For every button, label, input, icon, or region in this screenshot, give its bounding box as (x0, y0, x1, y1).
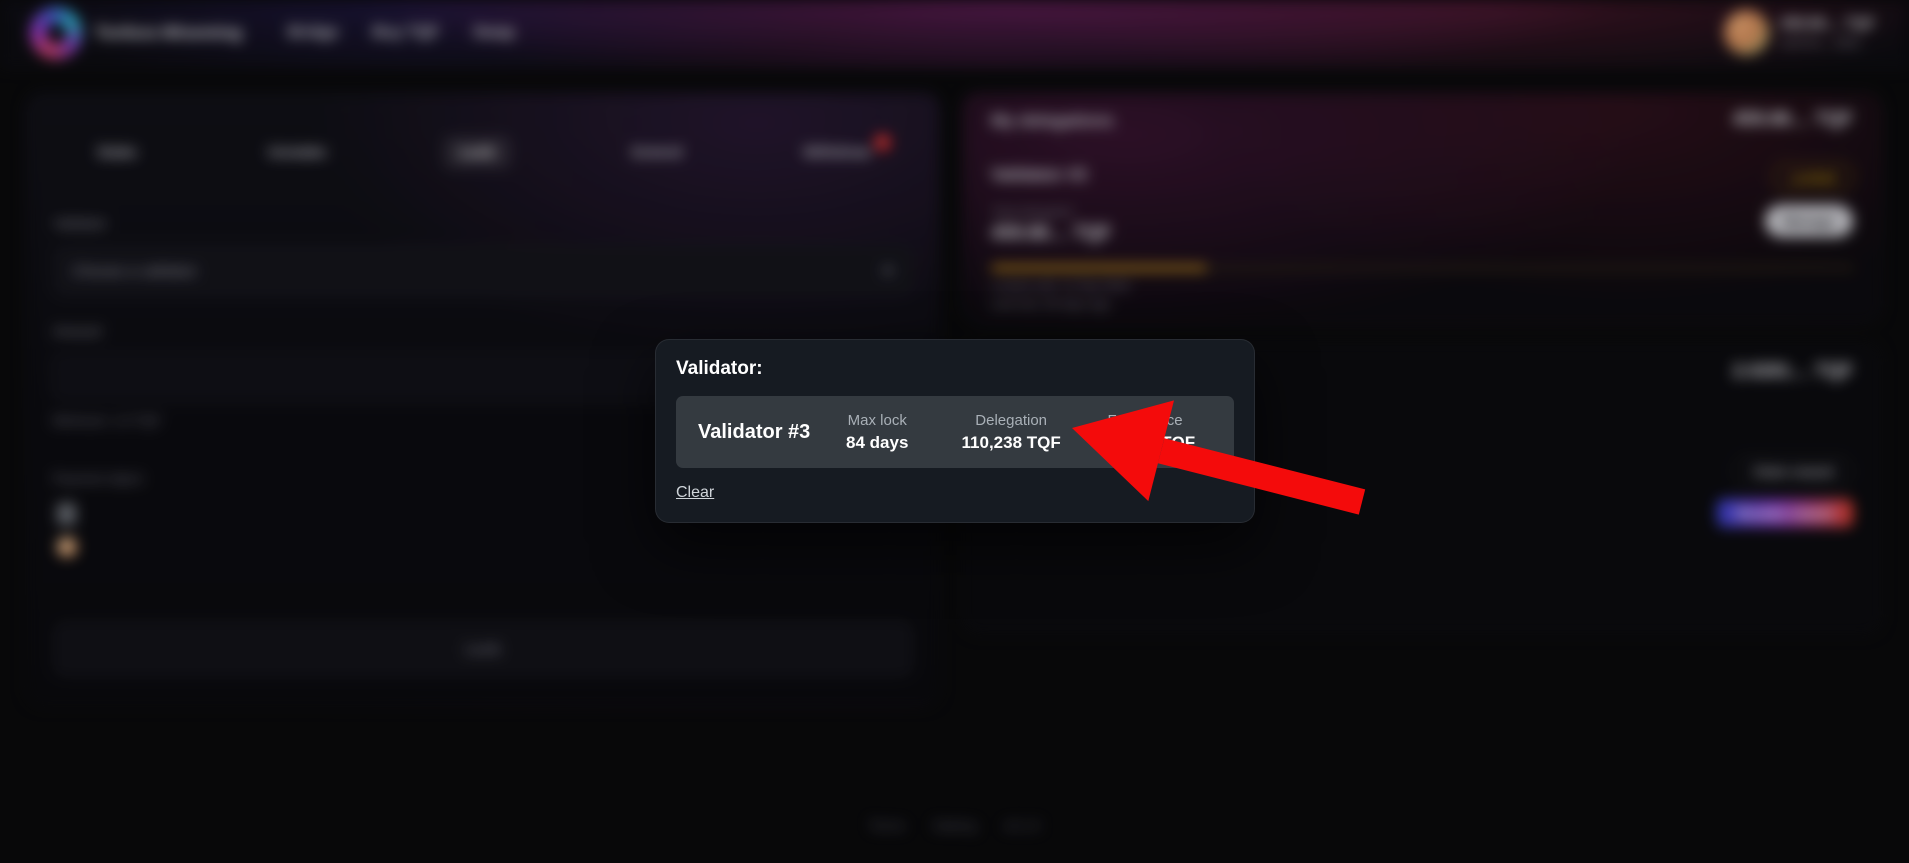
validator-modal-title: Validator: (676, 358, 763, 379)
delegation-value: 110,238 TQF (961, 433, 1061, 453)
clear-link[interactable]: Clear (676, 484, 714, 502)
validator-stat-free-space: Free space 150 737 TQF (1078, 410, 1212, 455)
free-space-label: Free space (1107, 411, 1183, 429)
max-lock-label: Max lock (847, 411, 907, 429)
free-space-value: 150 737 TQF (1094, 433, 1196, 453)
validator-stat-delegation: Delegation 110,238 TQF (944, 410, 1078, 455)
validator-stat-max-lock: Max lock 84 days (810, 410, 944, 455)
max-lock-value: 84 days (846, 433, 909, 453)
validator-option-name: Validator #3 (698, 420, 811, 443)
validator-modal: Validator: Validator #3 Max lock 84 days… (655, 339, 1255, 523)
delegation-label: Delegation (975, 411, 1047, 429)
validator-option-row[interactable]: Validator #3 Max lock 84 days Delegation… (676, 396, 1234, 468)
